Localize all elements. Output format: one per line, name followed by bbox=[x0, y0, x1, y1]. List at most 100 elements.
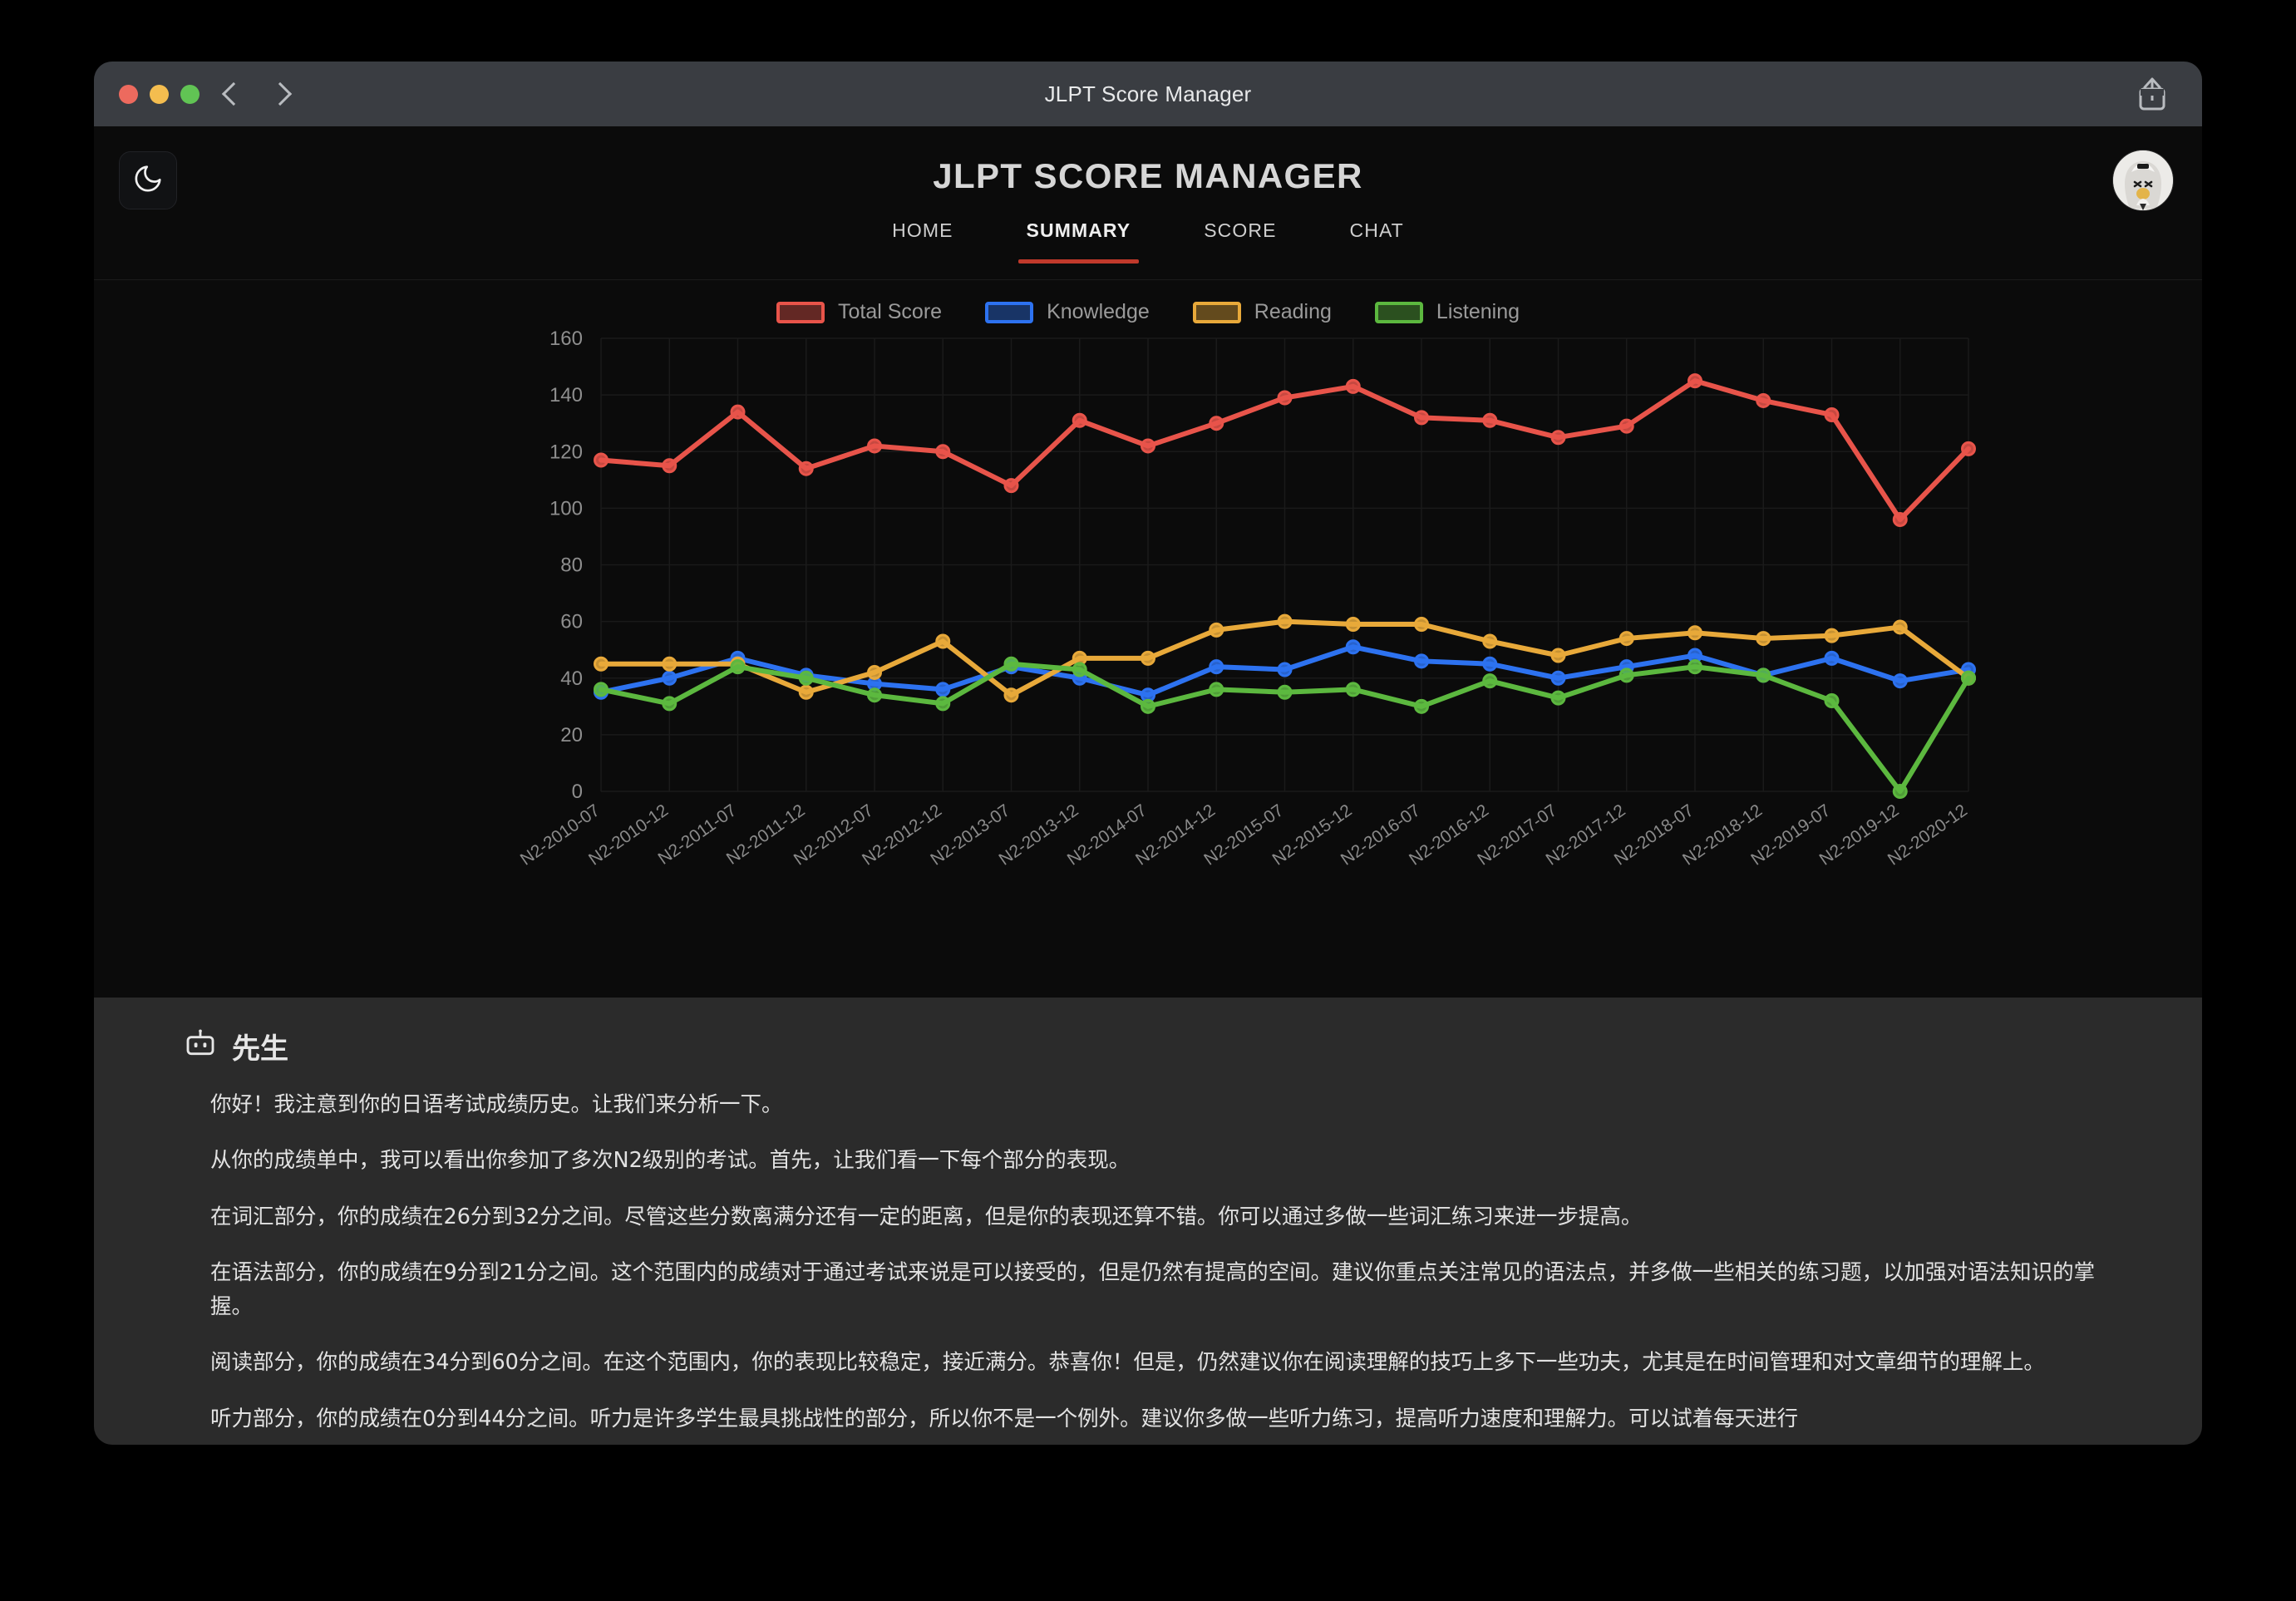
data-point[interactable] bbox=[1003, 656, 1019, 672]
data-point[interactable] bbox=[867, 664, 882, 680]
data-point[interactable] bbox=[1892, 512, 1908, 527]
data-point[interactable] bbox=[867, 438, 882, 454]
navigation-arrows bbox=[221, 62, 293, 126]
data-point[interactable] bbox=[662, 670, 677, 686]
data-point[interactable] bbox=[730, 659, 746, 675]
legend-item[interactable]: Total Score bbox=[776, 300, 942, 324]
data-point[interactable] bbox=[935, 444, 951, 460]
legend-item[interactable]: Listening bbox=[1374, 300, 1520, 324]
data-point[interactable] bbox=[1892, 784, 1908, 799]
data-point[interactable] bbox=[1961, 670, 1976, 686]
data-point[interactable] bbox=[1482, 656, 1498, 672]
y-axis-tick-label: 80 bbox=[560, 554, 583, 577]
app-window: JLPT Score Manager JLPT SCORE MANAGER HO… bbox=[94, 62, 2202, 1445]
data-point[interactable] bbox=[1003, 478, 1019, 494]
data-point[interactable] bbox=[1209, 682, 1224, 697]
data-point[interactable] bbox=[1141, 438, 1155, 454]
chat-message: 在词汇部分，你的成绩在26分到32分之间。尽管这些分数离满分还有一定的距离，但是… bbox=[210, 1204, 1643, 1229]
data-point[interactable] bbox=[1688, 659, 1702, 675]
tab-home[interactable]: HOME bbox=[855, 214, 989, 264]
data-point[interactable] bbox=[1277, 662, 1293, 677]
chat-panel: 先生 你好！我注意到你的日语考试成绩历史。让我们来分析一下。 从你的成绩单中，我可… bbox=[94, 998, 2202, 1445]
data-point[interactable] bbox=[935, 696, 951, 712]
data-point[interactable] bbox=[1141, 650, 1155, 666]
avatar[interactable] bbox=[2112, 150, 2174, 211]
data-point[interactable] bbox=[1550, 690, 1566, 706]
data-point[interactable] bbox=[1550, 670, 1566, 686]
data-point[interactable] bbox=[1414, 698, 1429, 714]
legend-label: Knowledge bbox=[1047, 300, 1150, 323]
data-point[interactable] bbox=[1209, 416, 1224, 431]
data-point[interactable] bbox=[1277, 684, 1293, 700]
tab-summary[interactable]: SUMMARY bbox=[990, 214, 1168, 264]
data-point[interactable] bbox=[1482, 633, 1498, 649]
y-axis-tick-label: 100 bbox=[549, 497, 583, 520]
data-point[interactable] bbox=[1756, 667, 1771, 683]
data-point[interactable] bbox=[1345, 682, 1361, 697]
data-point[interactable] bbox=[1414, 653, 1429, 669]
tab-chat[interactable]: CHAT bbox=[1313, 214, 1441, 264]
data-point[interactable] bbox=[594, 682, 608, 697]
data-point[interactable] bbox=[798, 684, 814, 700]
share-button[interactable] bbox=[2136, 62, 2169, 126]
data-point[interactable] bbox=[1414, 617, 1429, 633]
tab-score[interactable]: SCORE bbox=[1167, 214, 1313, 264]
data-point[interactable] bbox=[1345, 617, 1361, 633]
data-point[interactable] bbox=[662, 656, 677, 672]
user-avatar-image bbox=[2113, 150, 2173, 210]
back-button[interactable] bbox=[221, 81, 246, 106]
data-point[interactable] bbox=[1824, 650, 1840, 666]
data-point[interactable] bbox=[1141, 698, 1155, 714]
data-point[interactable] bbox=[1961, 441, 1976, 456]
data-point[interactable] bbox=[1072, 412, 1087, 428]
data-point[interactable] bbox=[1619, 418, 1634, 434]
data-point[interactable] bbox=[1688, 373, 1702, 389]
data-point[interactable] bbox=[1277, 390, 1293, 406]
forward-button[interactable] bbox=[268, 81, 293, 106]
data-point[interactable] bbox=[798, 670, 814, 686]
data-point[interactable] bbox=[1482, 673, 1498, 689]
chat-message: 你好！我注意到你的日语考试成绩历史。让我们来分析一下。 bbox=[210, 1092, 783, 1117]
legend-swatch bbox=[1192, 301, 1241, 323]
data-point[interactable] bbox=[1688, 625, 1702, 641]
data-point[interactable] bbox=[1072, 662, 1087, 677]
maximize-window-button[interactable] bbox=[180, 84, 200, 104]
chat-message: 在语法部分，你的成绩在9分到21分之间。这个范围内的成绩对于通过考试来说是可以接… bbox=[210, 1259, 2096, 1320]
data-point[interactable] bbox=[1619, 667, 1634, 683]
dark-mode-toggle-button[interactable] bbox=[119, 151, 177, 209]
data-point[interactable] bbox=[662, 696, 677, 712]
data-point[interactable] bbox=[1892, 619, 1908, 635]
data-point[interactable] bbox=[1550, 430, 1566, 446]
data-point[interactable] bbox=[935, 682, 951, 697]
data-point[interactable] bbox=[1892, 673, 1908, 689]
data-point[interactable] bbox=[1003, 687, 1019, 703]
data-point[interactable] bbox=[730, 404, 746, 420]
legend-item[interactable]: Knowledge bbox=[985, 300, 1150, 324]
data-point[interactable] bbox=[1414, 410, 1429, 426]
data-point[interactable] bbox=[1756, 631, 1771, 647]
data-point[interactable] bbox=[867, 687, 882, 703]
data-point[interactable] bbox=[1619, 631, 1634, 647]
data-point[interactable] bbox=[1277, 613, 1293, 629]
legend-label: Total Score bbox=[838, 300, 943, 323]
close-window-button[interactable] bbox=[119, 84, 138, 104]
data-point[interactable] bbox=[1824, 693, 1840, 708]
data-point[interactable] bbox=[1345, 639, 1361, 655]
data-point[interactable] bbox=[594, 656, 608, 672]
legend-item[interactable]: Reading bbox=[1192, 300, 1332, 324]
legend-swatch bbox=[985, 301, 1034, 323]
data-point[interactable] bbox=[935, 633, 951, 649]
data-point[interactable] bbox=[1756, 392, 1771, 408]
data-point[interactable] bbox=[662, 458, 677, 474]
minimize-window-button[interactable] bbox=[150, 84, 169, 104]
data-point[interactable] bbox=[1550, 648, 1566, 663]
data-point[interactable] bbox=[1209, 659, 1224, 675]
legend-label: Listening bbox=[1436, 300, 1520, 323]
data-point[interactable] bbox=[1345, 378, 1361, 394]
data-point[interactable] bbox=[798, 461, 814, 476]
data-point[interactable] bbox=[1824, 406, 1840, 422]
data-point[interactable] bbox=[1824, 628, 1840, 643]
data-point[interactable] bbox=[1482, 412, 1498, 428]
data-point[interactable] bbox=[594, 452, 608, 468]
data-point[interactable] bbox=[1209, 622, 1224, 638]
